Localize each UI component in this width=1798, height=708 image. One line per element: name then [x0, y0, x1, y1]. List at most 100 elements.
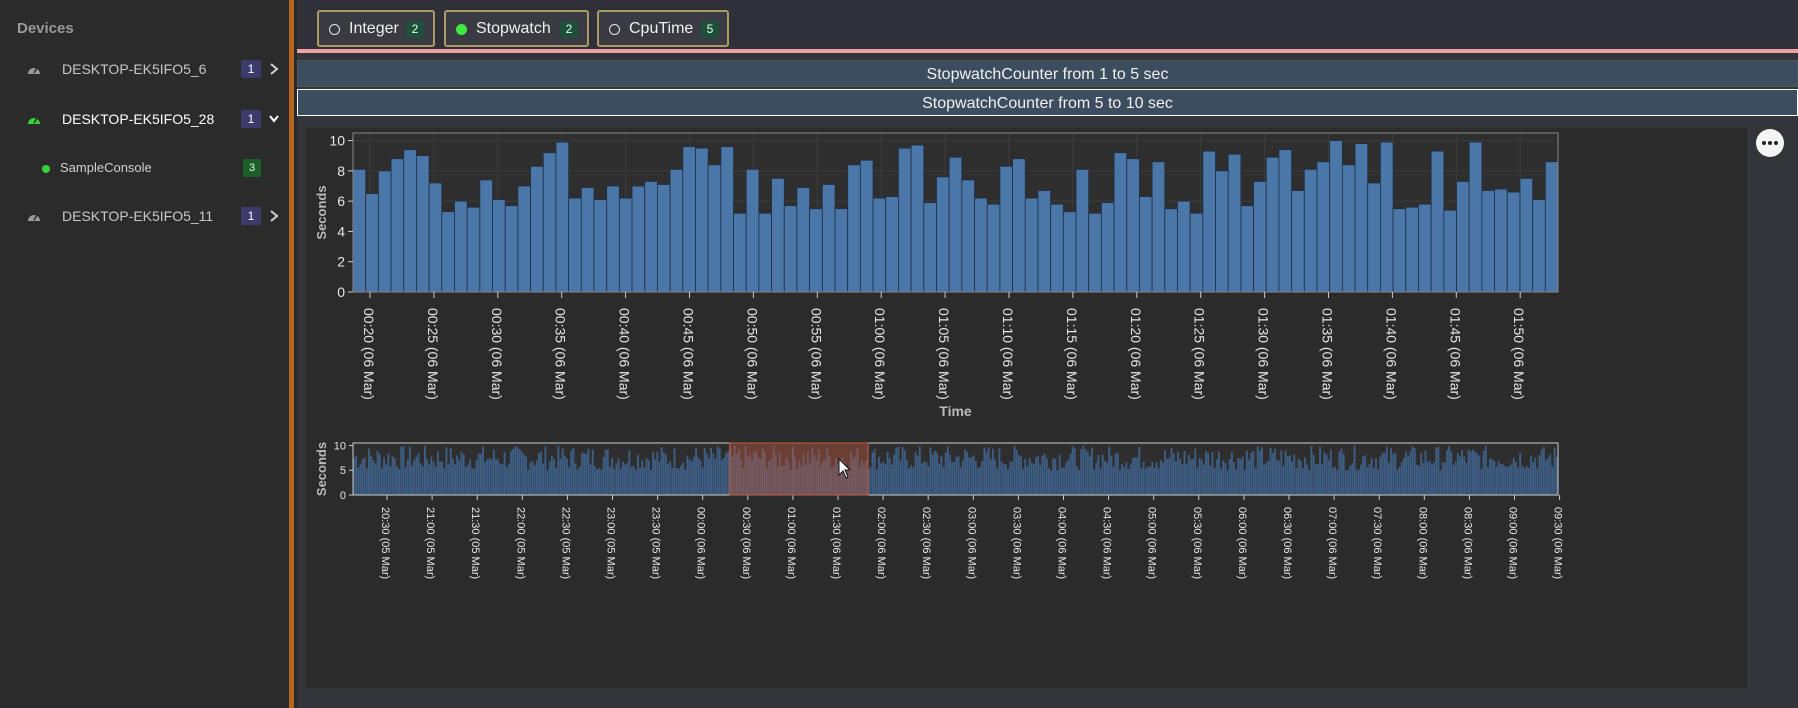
chevron-right-icon[interactable]	[267, 61, 281, 77]
bar	[466, 206, 481, 293]
chevron-right-icon[interactable]	[267, 208, 281, 224]
bar	[1367, 182, 1381, 293]
overview-bar	[1198, 457, 1201, 495]
bar	[568, 197, 582, 293]
overview-bar	[587, 448, 590, 495]
bar	[631, 185, 646, 293]
overview-bar	[1519, 453, 1522, 495]
overview-bar	[1224, 463, 1227, 495]
device-item-3[interactable]: DESKTOP-EK5IFO5_11 1	[0, 202, 289, 232]
bar	[618, 197, 633, 293]
bar	[555, 141, 570, 293]
overview-bar	[1149, 466, 1151, 495]
overview-bar	[1314, 464, 1317, 495]
section-5-to-10-sec[interactable]: StopwatchCounter from 5 to 10 sec	[297, 89, 1798, 116]
overview-y-tick-label: 10	[334, 440, 346, 452]
overview-bar	[637, 454, 639, 495]
overview-bar	[878, 456, 880, 495]
overview-bar	[460, 451, 463, 495]
overview-bar	[660, 447, 663, 495]
overview-bar	[1478, 455, 1481, 495]
overview-bar	[1215, 459, 1218, 495]
overview-bar	[641, 460, 644, 495]
overview-bar	[553, 459, 555, 495]
overview-bar	[998, 448, 1001, 495]
overview-bar	[421, 466, 424, 495]
overview-bar	[1052, 458, 1055, 495]
overview-bar	[880, 463, 883, 495]
bar	[517, 185, 531, 293]
bar	[783, 205, 798, 293]
overview-bar	[1379, 456, 1382, 495]
overview-bar	[561, 448, 564, 495]
overview-bar	[1525, 466, 1528, 495]
overview-bar	[996, 468, 999, 495]
stopwatch-chart[interactable]: 0 2 4 6 8 10 Seconds 00:20 (06 Mar) 00:25 (06 Ma…	[305, 128, 1747, 688]
overview-bar	[959, 467, 962, 495]
overview-bar	[400, 446, 403, 495]
overview-bar	[1192, 458, 1195, 495]
overview-bar	[908, 468, 910, 495]
overview-bar	[1351, 462, 1354, 495]
overview-bar	[1088, 456, 1091, 495]
overview-bar	[357, 467, 360, 495]
x-tick-label: 01:10 (06 Mar)	[1000, 308, 1016, 400]
overview-bar	[510, 451, 512, 495]
device-count-badge: 1	[241, 60, 261, 78]
overview-bar	[1512, 458, 1515, 495]
overview-bar	[914, 452, 917, 495]
overview-bar	[1527, 467, 1530, 495]
overview-x-tick-label: 00:30 (06 Mar)	[740, 507, 752, 579]
overview-bar	[1030, 462, 1033, 495]
x-tick-label: 01:20 (06 Mar)	[1128, 308, 1144, 400]
chevron-down-icon[interactable]	[267, 111, 281, 127]
overview-bar	[393, 458, 396, 495]
overview-bar	[1323, 452, 1326, 495]
overview-bar	[604, 449, 607, 495]
bar	[936, 176, 950, 293]
section-1-to-5-sec[interactable]: StopwatchCounter from 1 to 5 sec	[297, 60, 1798, 87]
overview-bar	[1205, 450, 1207, 495]
overview-bar	[469, 459, 472, 495]
overview-bar	[542, 463, 545, 495]
overview-bar	[1282, 466, 1285, 495]
overview-bar	[1368, 463, 1371, 495]
bar	[986, 203, 1001, 293]
overview-bar	[1443, 462, 1446, 495]
overview-bar	[1060, 467, 1063, 495]
app-count-badge: 3	[243, 159, 261, 177]
overview-bar	[370, 455, 373, 495]
tab-stopwatch[interactable]: Stopwatch 2	[444, 10, 589, 47]
overview-bar	[606, 449, 609, 495]
overview-bar	[443, 468, 446, 495]
overview-bar	[1116, 452, 1119, 495]
more-options-button[interactable]	[1756, 129, 1784, 157]
overview-bar	[1418, 465, 1420, 495]
overview-bar	[927, 466, 930, 495]
overview-bar	[1334, 466, 1337, 495]
overview-bar	[705, 453, 708, 495]
overview-bar	[1252, 451, 1255, 495]
counter-tabbar: Integer 2 Stopwatch 2 CpuTime 5	[297, 0, 1798, 53]
overview-bar	[355, 456, 357, 495]
overview-bar	[1103, 461, 1106, 495]
overview-bar	[596, 469, 598, 495]
bar	[1012, 158, 1026, 293]
overview-bar	[568, 467, 571, 495]
app-item-sampleconsole[interactable]: SampleConsole 3	[0, 155, 289, 181]
bar	[834, 208, 849, 293]
overview-bar	[598, 468, 601, 495]
overview-bar	[682, 462, 685, 495]
device-item-1[interactable]: DESKTOP-EK5IFO5_6 1	[0, 55, 289, 85]
overview-x-tick-label: 05:30 (06 Mar)	[1191, 507, 1203, 579]
overview-bar	[626, 462, 629, 495]
tab-integer[interactable]: Integer 2	[317, 10, 435, 47]
overview-bar	[1448, 445, 1451, 495]
overview-bar	[1353, 445, 1356, 495]
overview-bar	[482, 446, 484, 495]
overview-bar	[873, 449, 876, 495]
tab-cputime[interactable]: CpuTime 5	[597, 10, 729, 47]
overview-bar	[621, 461, 624, 495]
device-item-2[interactable]: DESKTOP-EK5IFO5_28 1	[0, 105, 289, 135]
overview-bar	[1289, 455, 1291, 495]
